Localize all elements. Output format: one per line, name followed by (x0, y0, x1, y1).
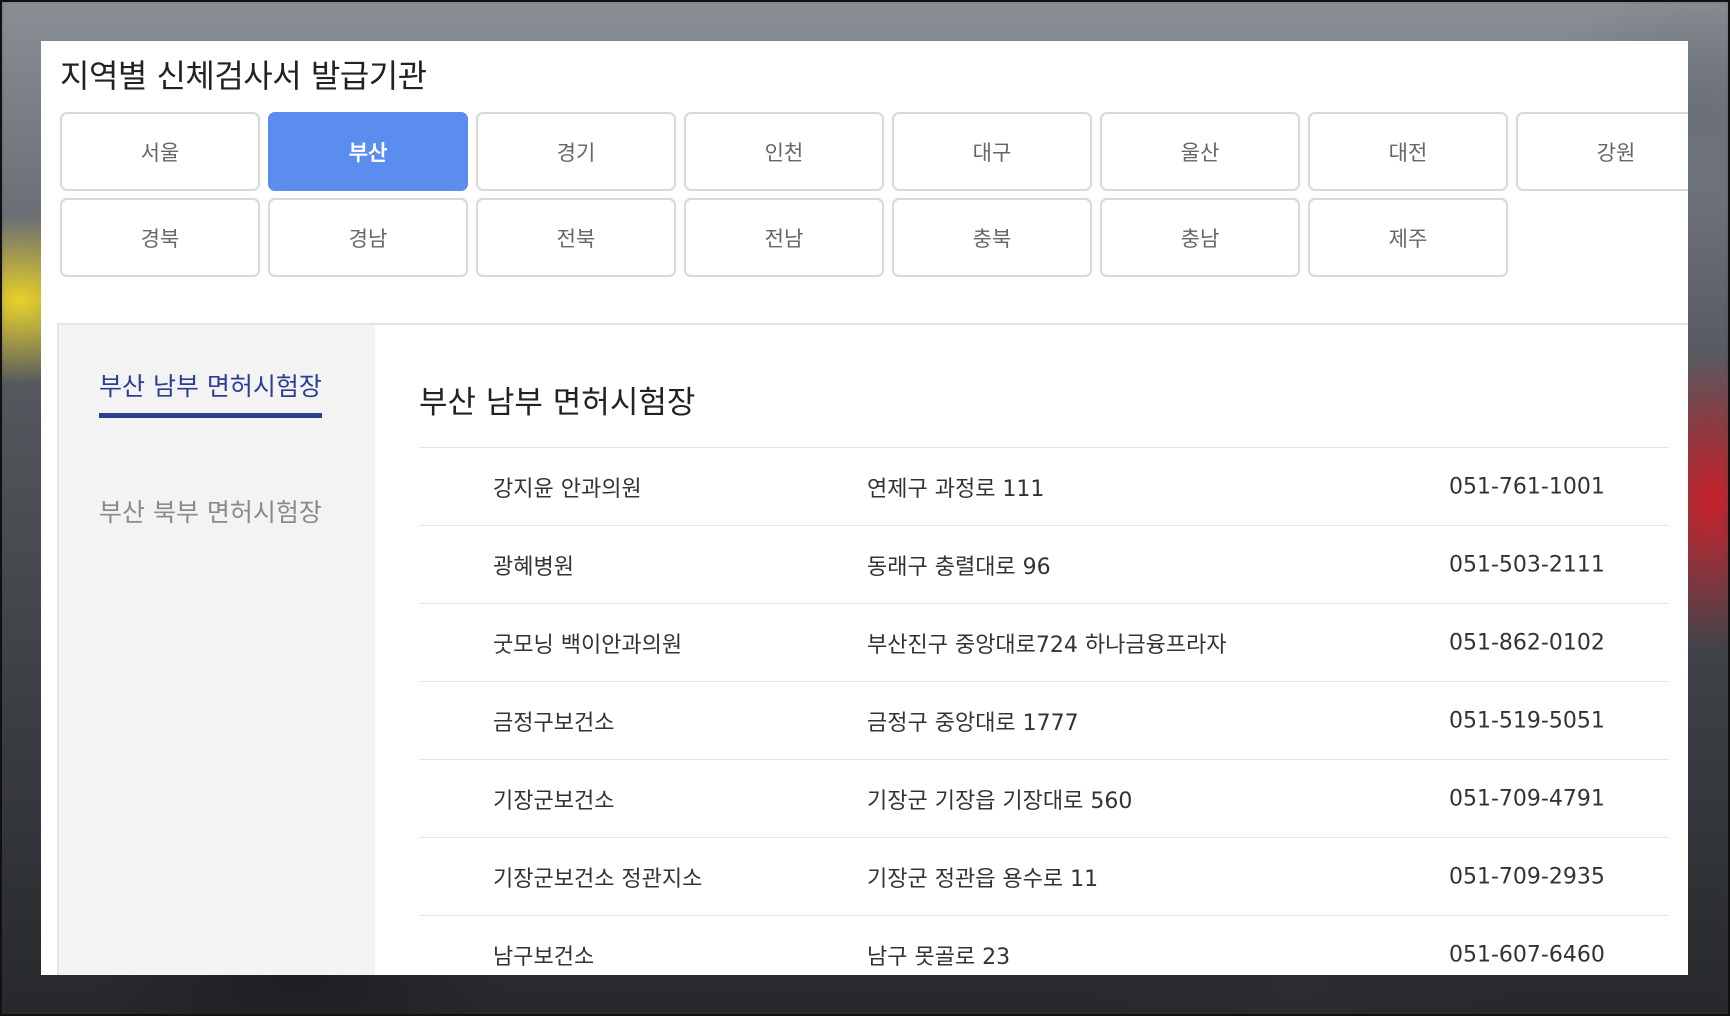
page-title: 지역별 신체검사서 발급기관 (60, 57, 427, 95)
sidebar-item-busan-north[interactable]: 부산 북부 면허시험장 (99, 493, 322, 529)
region-row-2: 경북 경남 전북 전남 충북 충남 제주 (60, 198, 1688, 277)
institution-address: 부산진구 중앙대로724 하나금융프라자 (867, 632, 1227, 658)
region-button-chungbuk[interactable]: 충북 (892, 198, 1092, 277)
region-button-seoul[interactable]: 서울 (60, 112, 260, 191)
region-button-jeonbuk[interactable]: 전북 (476, 198, 676, 277)
institution-address: 동래구 충렬대로 96 (867, 554, 1051, 580)
institution-name: 기장군보건소 (493, 788, 615, 814)
list-item: 강지윤 안과의원 연제구 과정로 111 051-761-1001 (419, 447, 1669, 525)
test-center-section: 부산 남부 면허시험장 부산 북부 면허시험장 부산 남부 면허시험장 강지윤 … (57, 323, 1688, 975)
institution-address: 남구 못골로 23 (867, 944, 1011, 970)
institution-name: 금정구보건소 (493, 710, 615, 736)
region-button-incheon[interactable]: 인천 (684, 112, 884, 191)
institution-phone: 051-607-6460 (1449, 942, 1605, 967)
region-button-gangwon[interactable]: 강원 (1516, 112, 1688, 191)
region-button-jeju[interactable]: 제주 (1308, 198, 1508, 277)
institution-list: 강지윤 안과의원 연제구 과정로 111 051-761-1001 광혜병원 동… (419, 447, 1669, 975)
institution-phone: 051-503-2111 (1449, 552, 1605, 577)
section-title: 부산 남부 면허시험장 (419, 385, 696, 421)
institution-phone: 051-761-1001 (1449, 474, 1605, 499)
region-button-daejeon[interactable]: 대전 (1308, 112, 1508, 191)
region-button-gyeongnam[interactable]: 경남 (268, 198, 468, 277)
institution-name: 기장군보건소 정관지소 (493, 866, 703, 892)
region-row-1: 서울 부산 경기 인천 대구 울산 대전 강원 (60, 112, 1688, 191)
institution-address: 금정구 중앙대로 1777 (867, 710, 1079, 736)
region-button-chungnam[interactable]: 충남 (1100, 198, 1300, 277)
institution-name: 강지윤 안과의원 (493, 476, 642, 502)
institution-phone: 051-519-5051 (1449, 708, 1605, 733)
sidebar-item-busan-south[interactable]: 부산 남부 면허시험장 (99, 367, 322, 418)
institution-phone: 051-709-4791 (1449, 786, 1605, 811)
institution-address: 기장군 기장읍 기장대로 560 (867, 788, 1133, 814)
list-item: 남구보건소 남구 못골로 23 051-607-6460 (419, 915, 1669, 975)
institution-phone: 051-862-0102 (1449, 630, 1605, 655)
institution-name: 굿모닝 백이안과의원 (493, 632, 683, 658)
region-button-gyeongbuk[interactable]: 경북 (60, 198, 260, 277)
region-button-ulsan[interactable]: 울산 (1100, 112, 1300, 191)
region-button-daegu[interactable]: 대구 (892, 112, 1092, 191)
institution-name: 광혜병원 (493, 554, 574, 580)
list-item: 광혜병원 동래구 충렬대로 96 051-503-2111 (419, 525, 1669, 603)
institution-phone: 051-709-2935 (1449, 864, 1605, 889)
content-panel: 지역별 신체검사서 발급기관 서울 부산 경기 인천 대구 울산 대전 강원 경… (41, 41, 1688, 975)
institution-name: 남구보건소 (493, 944, 595, 970)
region-button-gyeonggi[interactable]: 경기 (476, 112, 676, 191)
sidebar: 부산 남부 면허시험장 부산 북부 면허시험장 (59, 325, 375, 975)
institution-address: 연제구 과정로 111 (867, 476, 1045, 502)
list-item: 기장군보건소 정관지소 기장군 정관읍 용수로 11 051-709-2935 (419, 837, 1669, 915)
list-item: 굿모닝 백이안과의원 부산진구 중앙대로724 하나금융프라자 051-862-… (419, 603, 1669, 681)
institution-address: 기장군 정관읍 용수로 11 (867, 866, 1099, 892)
institution-list-area: 부산 남부 면허시험장 강지윤 안과의원 연제구 과정로 111 051-761… (375, 325, 1688, 975)
list-item: 금정구보건소 금정구 중앙대로 1777 051-519-5051 (419, 681, 1669, 759)
region-tabs: 서울 부산 경기 인천 대구 울산 대전 강원 경북 경남 전북 전남 충북 충… (60, 112, 1688, 284)
list-item: 기장군보건소 기장군 기장읍 기장대로 560 051-709-4791 (419, 759, 1669, 837)
region-button-jeonnam[interactable]: 전남 (684, 198, 884, 277)
region-button-busan[interactable]: 부산 (268, 112, 468, 191)
